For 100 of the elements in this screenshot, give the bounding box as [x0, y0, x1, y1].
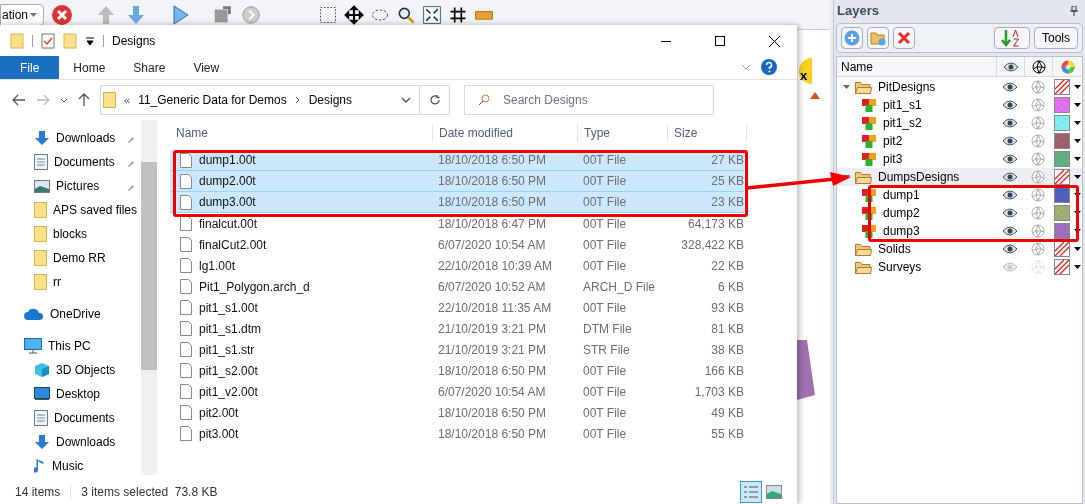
eye-icon[interactable]: [1002, 100, 1019, 110]
nav-label[interactable]: 3D Objects: [56, 361, 116, 379]
eye-icon[interactable]: [1002, 226, 1019, 236]
eye-icon[interactable]: [1002, 82, 1019, 92]
thumbnail-view-icon[interactable]: [766, 485, 782, 499]
nav-label[interactable]: Documents: [54, 153, 115, 171]
layer-row[interactable]: Solids: [837, 240, 1082, 258]
cancel-icon[interactable]: [50, 2, 74, 27]
nav-label[interactable]: blocks: [53, 225, 87, 243]
dropdown[interactable]: ation: [0, 3, 44, 26]
ribbon-tab[interactable]: File: [0, 56, 60, 79]
collapse-icon[interactable]: [843, 85, 850, 89]
file-row[interactable]: pit3.00t 18/10/2018 6:50 PM 00T File 55 KB: [170, 423, 744, 444]
color-swatch[interactable]: [1053, 151, 1070, 167]
eye-icon[interactable]: [1002, 172, 1019, 182]
column-header[interactable]: Type: [577, 124, 667, 142]
caret-icon[interactable]: [1073, 211, 1081, 215]
customize-icon[interactable]: [85, 36, 95, 46]
file-row[interactable]: pit1_s1.00t 22/10/2018 11:35 AM 00T File 93 KB: [170, 297, 744, 318]
file-row[interactable]: Pit1_Polygon.arch_d 6/07/2020 10:52 AM ARCH_D File 6 KB: [170, 276, 744, 297]
nav-label[interactable]: OneDrive: [50, 305, 101, 323]
eye-icon[interactable]: [1002, 136, 1019, 146]
caret-icon[interactable]: [1073, 193, 1081, 197]
selection-icon[interactable]: [318, 4, 338, 25]
caret-icon[interactable]: [1073, 265, 1081, 269]
file-row[interactable]: pit1_s1.dtm 21/10/2019 3:21 PM DTM File 81 KB: [170, 318, 744, 339]
nav-label[interactable]: APS saved files: [53, 201, 138, 219]
expand-ribbon-icon[interactable]: [741, 64, 751, 70]
caret-icon[interactable]: [1073, 229, 1081, 233]
nav-label[interactable]: rr: [53, 273, 61, 291]
file-row[interactable]: pit1_v2.00t 6/07/2020 10:54 AM 00T File 1,703 KB: [170, 381, 744, 402]
nav-label[interactable]: Demo RR: [53, 249, 106, 267]
breadcrumb-item[interactable]: Designs: [308, 91, 352, 109]
layer-row[interactable]: PitDesigns: [837, 78, 1082, 96]
add-folder-button[interactable]: [867, 27, 889, 49]
eye-icon[interactable]: [1002, 208, 1019, 218]
hatch-swatch[interactable]: [1053, 169, 1070, 185]
caret-icon[interactable]: [1073, 121, 1081, 125]
tools-button[interactable]: Tools: [1034, 27, 1078, 49]
ribbon-tab[interactable]: Home: [59, 56, 120, 79]
address-bar[interactable]: « 11_Generic Data for Demos Designs: [100, 85, 450, 115]
nav-label[interactable]: Downloads: [56, 129, 116, 147]
recent-icon[interactable]: [60, 97, 68, 103]
color-swatch[interactable]: [1053, 115, 1070, 131]
details-view-icon[interactable]: [740, 481, 762, 503]
file-row[interactable]: lg1.00t 22/10/2018 10:39 AM 00T File 22 KB: [170, 255, 744, 276]
hatch-swatch[interactable]: [1053, 259, 1070, 275]
overflow-chevron[interactable]: «: [124, 91, 131, 109]
color-swatch[interactable]: [1053, 205, 1070, 221]
color-swatch[interactable]: [1053, 223, 1070, 239]
chevron-icon[interactable]: [294, 96, 301, 104]
eye-icon[interactable]: [1002, 118, 1019, 128]
ribbon-tab[interactable]: View: [179, 56, 234, 79]
scrollbar[interactable]: [141, 120, 157, 475]
sort-button[interactable]: [994, 27, 1030, 49]
eye-icon[interactable]: [1002, 244, 1019, 254]
nav-label[interactable]: Pictures: [56, 177, 100, 195]
delete-button[interactable]: [893, 27, 915, 49]
nav-label[interactable]: Desktop: [56, 385, 101, 403]
caret-icon[interactable]: [1073, 247, 1081, 251]
dropdown-icon[interactable]: [401, 97, 411, 103]
file-row[interactable]: finalcut.00t 18/10/2018 6:47 PM 00T File 64,173 KB: [170, 213, 744, 234]
column-header[interactable]: Size: [667, 124, 747, 142]
search-field[interactable]: Search Designs: [464, 85, 714, 115]
file-row[interactable]: dump2.00t 18/10/2018 6:50 PM 00T File 25 KB: [170, 171, 744, 192]
zoom-extents-icon[interactable]: [422, 4, 442, 25]
help-icon[interactable]: [761, 59, 777, 75]
hatch-swatch[interactable]: [1053, 79, 1070, 95]
breadcrumb-item[interactable]: 11_Generic Data for Demos: [138, 91, 287, 109]
layer-row[interactable]: DumpsDesigns: [837, 168, 1082, 186]
caret-icon[interactable]: [1073, 85, 1081, 89]
pin-icon[interactable]: [1070, 6, 1078, 16]
file-row[interactable]: dump3.00t 18/10/2018 6:50 PM 00T File 23 KB: [170, 192, 744, 213]
caret-icon[interactable]: [1073, 175, 1081, 179]
refresh-icon[interactable]: [428, 94, 441, 106]
caret-icon[interactable]: [1073, 157, 1081, 161]
ribbon-tab[interactable]: Share: [119, 56, 180, 79]
file-row[interactable]: pit1_s2.00t 18/10/2018 6:50 PM 00T File 166 KB: [170, 360, 744, 381]
layer-row[interactable]: Surveys: [837, 258, 1082, 276]
move-icon[interactable]: [344, 4, 364, 25]
add-layer-button[interactable]: [841, 27, 863, 49]
nav-label[interactable]: This PC: [48, 337, 91, 355]
properties-icon[interactable]: [41, 33, 55, 49]
file-row[interactable]: finalCut2.00t 6/07/2020 10:54 AM 00T File 328,422 KB: [170, 234, 744, 255]
nav-label[interactable]: Downloads: [56, 433, 116, 451]
scroll-thumb[interactable]: [141, 162, 157, 370]
caret-icon[interactable]: [1073, 103, 1081, 107]
color-swatch[interactable]: [1053, 97, 1070, 113]
file-row[interactable]: pit1_s1.str 21/10/2019 3:21 PM STR File 38 KB: [170, 339, 744, 360]
back-icon[interactable]: [12, 94, 26, 106]
up-icon[interactable]: [78, 93, 90, 107]
column-header[interactable]: Date modified: [432, 124, 577, 142]
caret-icon[interactable]: [1073, 139, 1081, 143]
eye-icon[interactable]: [1002, 154, 1019, 164]
file-row[interactable]: pit2.00t 18/10/2018 6:50 PM 00T File 49 KB: [170, 402, 744, 423]
nav-label[interactable]: Music: [52, 457, 84, 475]
eye-icon[interactable]: [1002, 190, 1019, 200]
nav-label[interactable]: Documents: [54, 409, 115, 427]
color-swatch[interactable]: [1053, 133, 1070, 149]
column-header[interactable]: Name: [170, 124, 432, 142]
